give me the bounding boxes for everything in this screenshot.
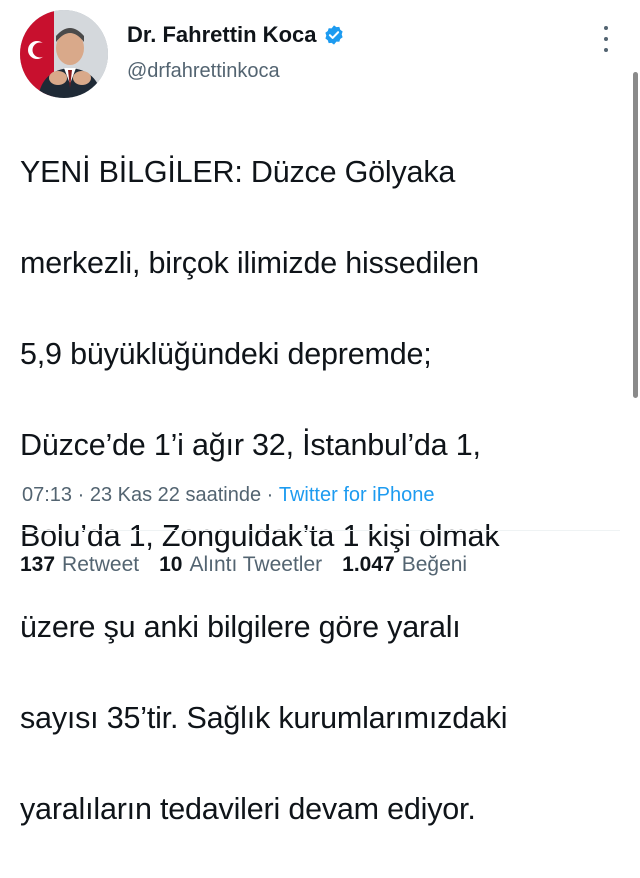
tweet-time[interactable]: 07:13 xyxy=(22,484,72,507)
tweet-card: Dr. Fahrettin Koca @drfahrettinkoca YENİ… xyxy=(0,0,640,826)
tweet-text-line: 5,9 büyüklüğündeki depremde; xyxy=(20,336,432,371)
retweets-count: 137 xyxy=(20,553,56,576)
tweet-date[interactable]: 23 Kas 22 saatinde xyxy=(90,484,261,507)
avatar[interactable] xyxy=(20,10,108,98)
author-name-row: Dr. Fahrettin Koca xyxy=(127,22,345,48)
tweet-meta: 07:13 · 23 Kas 22 saatinde · Twitter for… xyxy=(22,484,435,507)
meta-separator: · xyxy=(261,484,279,506)
scrollbar[interactable] xyxy=(633,72,638,398)
tweet-source-link[interactable]: Twitter for iPhone xyxy=(279,484,435,507)
verified-badge-icon xyxy=(323,24,345,46)
likes-label: Beğeni xyxy=(401,553,468,576)
tweet-text-line: merkezli, birçok ilimizde hissedilen xyxy=(20,245,479,280)
meta-separator: · xyxy=(72,484,90,506)
profile-photo-icon xyxy=(20,10,108,98)
divider xyxy=(20,530,620,531)
tweet-text-line: sayısı 35’tir. Sağlık kurumlarımızdaki xyxy=(20,700,508,735)
tweet-stats: 137 Retweet 10 Alıntı Tweetler 1.047 Beğ… xyxy=(20,553,487,577)
quotes-label: Alıntı Tweetler xyxy=(189,553,323,576)
likes-stat[interactable]: 1.047 Beğeni xyxy=(342,553,467,577)
author-handle[interactable]: @drfahrettinkoca xyxy=(127,60,280,83)
tweet-text-line: yaralıların tedavileri devam ediyor. xyxy=(20,791,476,826)
more-options-icon[interactable] xyxy=(596,24,616,54)
author-display-name[interactable]: Dr. Fahrettin Koca xyxy=(127,22,316,48)
likes-count: 1.047 xyxy=(342,553,395,576)
retweets-stat[interactable]: 137 Retweet xyxy=(20,553,139,577)
tweet-text-line: YENİ BİLGİLER: Düzce Gölyaka xyxy=(20,154,456,189)
tweet-text-line: Düzce’de 1’i ağır 32, İstanbul’da 1, xyxy=(20,427,481,462)
retweets-label: Retweet xyxy=(62,553,140,576)
quotes-stat[interactable]: 10 Alıntı Tweetler xyxy=(159,553,322,577)
quotes-count: 10 xyxy=(159,553,183,576)
tweet-text-line: üzere şu anki bilgilere göre yaralı xyxy=(20,609,461,644)
